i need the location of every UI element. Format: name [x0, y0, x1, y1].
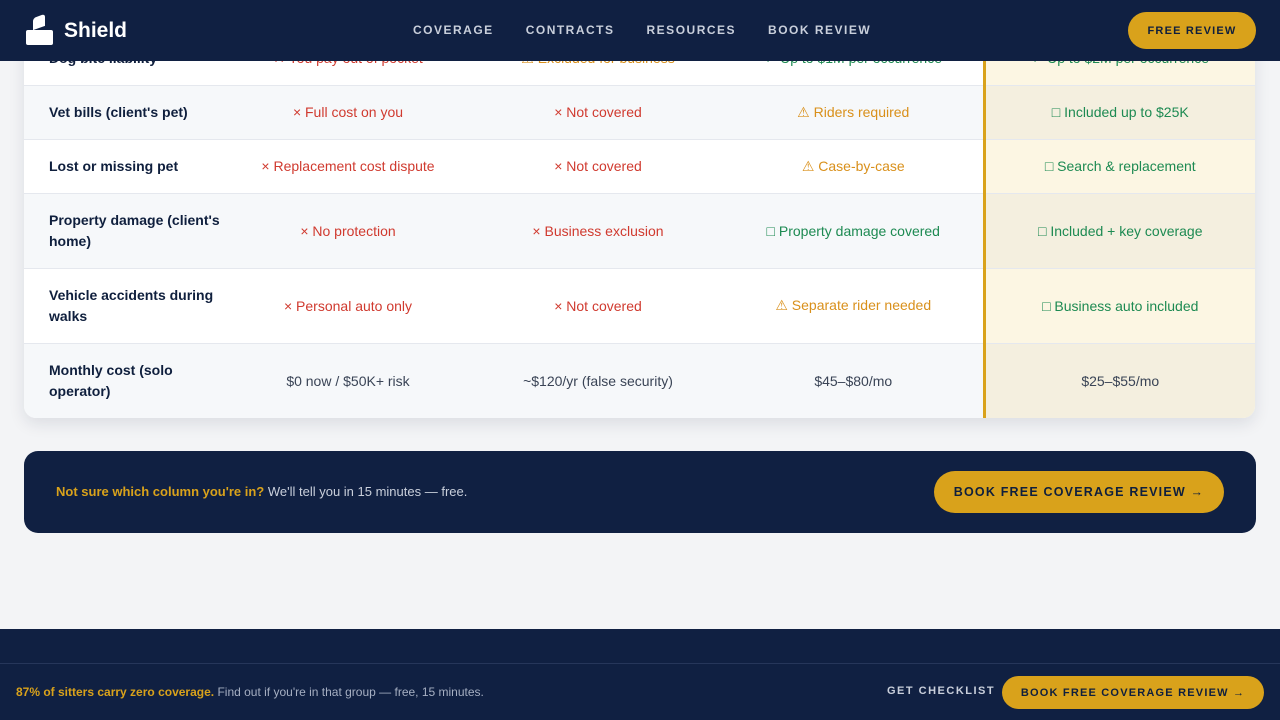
row-label: Monthly cost (solo operator)	[24, 343, 224, 418]
banner-text: Not sure which column you're in? We'll t…	[56, 484, 467, 499]
footer-divider	[0, 663, 1280, 664]
table-cell-shield: $25–$55/mo	[982, 343, 1255, 418]
nav-link-resources[interactable]: RESOURCES	[647, 23, 737, 37]
table-cell: × Business exclusion	[472, 193, 724, 269]
table-cell: × Replacement cost dispute	[224, 139, 472, 194]
nav-link-coverage[interactable]: COVERAGE	[413, 23, 494, 37]
nav-link-contracts[interactable]: CONTRACTS	[526, 23, 615, 37]
table-row: Property damage (client's home) × No pro…	[24, 193, 1255, 269]
row-label: Vehicle accidents during walks	[24, 268, 224, 344]
free-review-button[interactable]: FREE REVIEW	[1128, 12, 1256, 49]
footer-book-review-button[interactable]: BOOK FREE COVERAGE REVIEW →	[1002, 676, 1264, 709]
row-label: Vet bills (client's pet)	[24, 85, 224, 140]
banner-subtext: We'll tell you in 15 minutes — free.	[264, 484, 468, 499]
brand-name: Shield	[64, 19, 128, 42]
table-cell: $45–$80/mo	[724, 343, 984, 418]
table-cell-shield: □ Search & replacement	[982, 139, 1255, 194]
footer-highlight: 87% of sitters carry zero coverage.	[16, 685, 215, 699]
brand-logo[interactable]: Shield	[26, 13, 128, 46]
table-cell: × Not covered	[472, 139, 724, 194]
table-cell: × No protection	[224, 193, 472, 269]
table-cell-shield: □ Included + key coverage	[982, 193, 1255, 269]
table-row: Lost or missing pet × Replacement cost d…	[24, 139, 1255, 194]
table-cell: × Not covered	[472, 268, 724, 344]
top-nav: Shield COVERAGE CONTRACTS RESOURCES BOOK…	[0, 0, 1280, 61]
shield-logo-icon	[26, 13, 53, 46]
nav-links: COVERAGE CONTRACTS RESOURCES BOOK REVIEW	[413, 23, 871, 37]
table-cell: ⚠ Case-by-case	[724, 139, 984, 194]
table-cell: ~$120/yr (false security)	[472, 343, 724, 418]
table-row: Monthly cost (solo operator) $0 now / $5…	[24, 343, 1255, 418]
table-cell: ⚠ Separate rider needed	[724, 268, 984, 344]
table-cell: □ Property damage covered	[724, 193, 984, 269]
nav-link-book-review[interactable]: BOOK REVIEW	[768, 23, 871, 37]
table-cell: × Not covered	[472, 85, 724, 140]
banner-highlight: Not sure which column you're in?	[56, 484, 265, 499]
get-checklist-link[interactable]: GET CHECKLIST	[887, 685, 995, 697]
table-cell: × Personal auto only	[224, 268, 472, 344]
book-coverage-review-button[interactable]: BOOK FREE COVERAGE REVIEW →	[934, 471, 1224, 513]
table-row: Vet bills (client's pet) × Full cost on …	[24, 85, 1255, 140]
table-row: Vehicle accidents during walks × Persona…	[24, 268, 1255, 344]
table-cell: ⚠ Riders required	[724, 85, 984, 140]
footer-subtext: Find out if you're in that group — free,…	[214, 685, 484, 699]
table-cell-shield: □ Included up to $25K	[982, 85, 1255, 140]
coverage-comparison-table: Dog bite liability ✕ You pay out of pock…	[24, 32, 1255, 418]
cta-banner: Not sure which column you're in? We'll t…	[24, 451, 1256, 533]
table-cell: $0 now / $50K+ risk	[224, 343, 472, 418]
table-cell-shield: □ Business auto included	[982, 268, 1255, 344]
row-label: Lost or missing pet	[24, 139, 224, 194]
row-label: Property damage (client's home)	[24, 193, 224, 269]
footer-text: 87% of sitters carry zero coverage. Find…	[16, 685, 484, 699]
table-cell: × Full cost on you	[224, 85, 472, 140]
sticky-footer: 87% of sitters carry zero coverage. Find…	[0, 629, 1280, 720]
